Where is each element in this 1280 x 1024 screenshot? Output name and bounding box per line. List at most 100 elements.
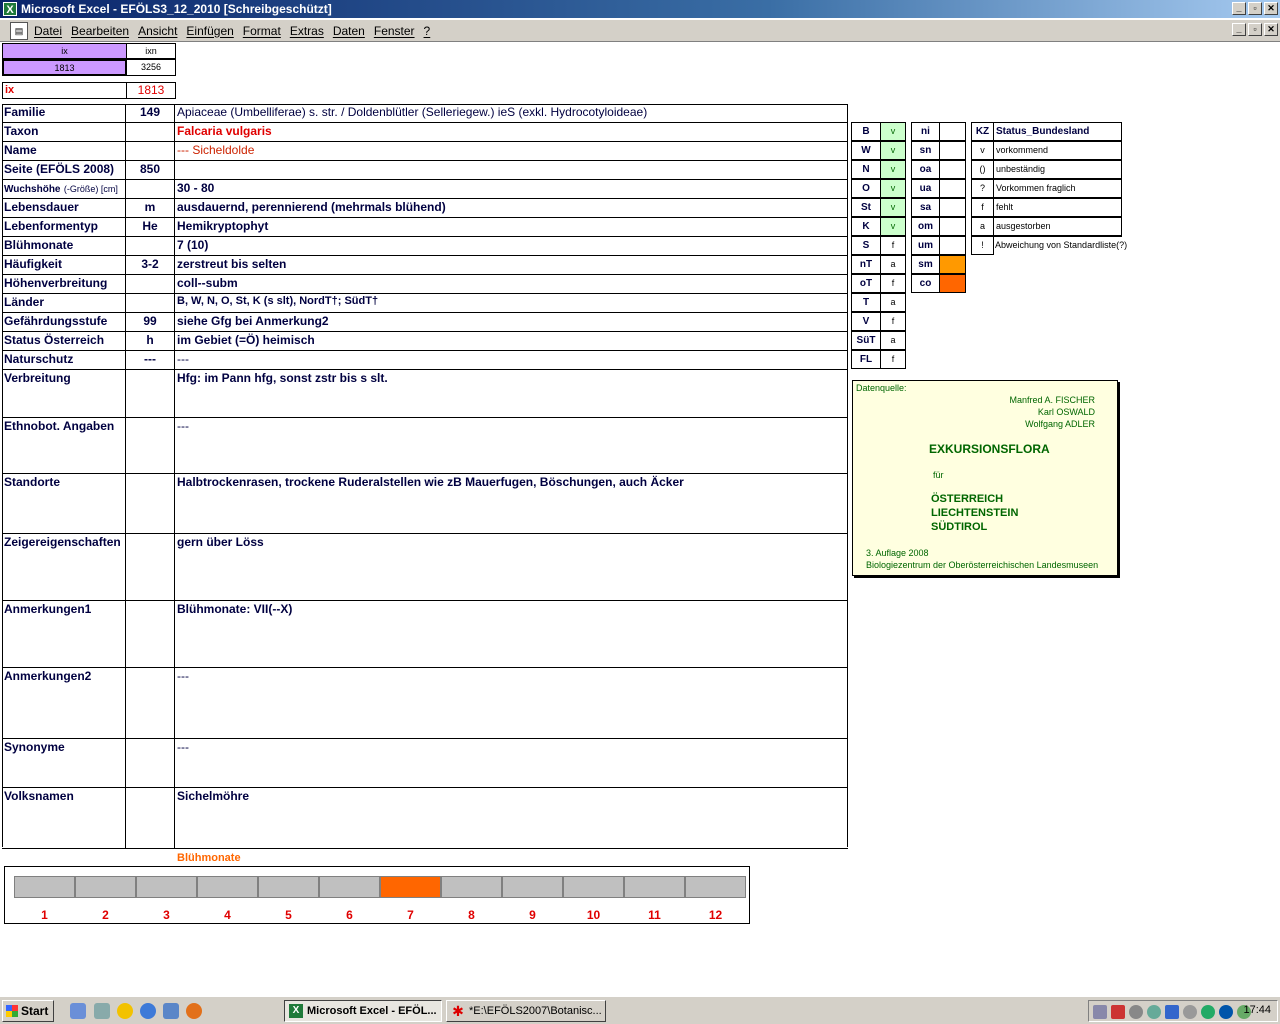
- legend-text[interactable]: Vorkommen fraglich: [993, 179, 1122, 198]
- menu-item-8[interactable]: Fenster: [374, 24, 415, 38]
- state-status[interactable]: v: [880, 141, 906, 160]
- row-code[interactable]: [126, 534, 175, 600]
- row-code[interactable]: [126, 275, 175, 293]
- row-code[interactable]: He: [126, 218, 175, 236]
- height-status[interactable]: [939, 236, 966, 255]
- sync-icon[interactable]: [1201, 1005, 1215, 1019]
- menu-item-4[interactable]: Einfügen: [186, 24, 233, 38]
- height-key[interactable]: sn: [911, 141, 940, 160]
- row-value[interactable]: Sichelmöhre: [175, 788, 848, 848]
- row-code[interactable]: [126, 142, 175, 160]
- menu-item-9[interactable]: ?: [424, 24, 431, 38]
- height-key[interactable]: oa: [911, 160, 940, 179]
- row-value[interactable]: [175, 161, 848, 179]
- row-label[interactable]: Blühmonate: [2, 237, 126, 255]
- state-status[interactable]: f: [880, 350, 906, 369]
- row-label[interactable]: Lebensdauer: [2, 199, 126, 217]
- row-code[interactable]: 99: [126, 313, 175, 331]
- legend-kz[interactable]: v: [971, 141, 994, 160]
- row-label[interactable]: Synonyme: [2, 739, 126, 787]
- height-status[interactable]: [939, 122, 966, 141]
- legend-text[interactable]: ausgestorben: [993, 217, 1122, 236]
- state-status[interactable]: a: [880, 331, 906, 350]
- row-code[interactable]: [126, 601, 175, 667]
- state-status[interactable]: a: [880, 293, 906, 312]
- ix-header[interactable]: ix: [2, 43, 127, 59]
- row-value[interactable]: siehe Gfg bei Anmerkung2: [175, 313, 848, 331]
- legend-text[interactable]: fehlt: [993, 198, 1122, 217]
- quicklaunch-media-icon[interactable]: [117, 1003, 133, 1019]
- state-key[interactable]: St: [851, 198, 881, 217]
- row-code[interactable]: [126, 370, 175, 417]
- row-label[interactable]: Lebenformentyp: [2, 218, 126, 236]
- menu-item-2[interactable]: Bearbeiten: [71, 24, 129, 38]
- state-key[interactable]: V: [851, 312, 881, 331]
- ix-value-cell[interactable]: 1813: [2, 59, 127, 76]
- menu-item-6[interactable]: Extras: [290, 24, 324, 38]
- menu-item-1[interactable]: Datei: [34, 24, 62, 38]
- row-label[interactable]: Länder: [2, 294, 126, 312]
- height-status[interactable]: [939, 198, 966, 217]
- row-label[interactable]: Volksnamen: [2, 788, 126, 848]
- row-value[interactable]: Hfg: im Pann hfg, sonst zstr bis s slt.: [175, 370, 848, 417]
- ix-label[interactable]: ix: [2, 82, 127, 99]
- minimize-button[interactable]: _: [1232, 2, 1246, 15]
- quicklaunch-desktop-icon[interactable]: [94, 1003, 110, 1019]
- search-icon[interactable]: [1129, 1005, 1143, 1019]
- row-label[interactable]: Naturschutz: [2, 351, 126, 369]
- row-label[interactable]: Status Österreich: [2, 332, 126, 350]
- row-value[interactable]: ---: [175, 739, 848, 787]
- state-status[interactable]: f: [880, 312, 906, 331]
- height-key[interactable]: co: [911, 274, 940, 293]
- row-label[interactable]: Häufigkeit: [2, 256, 126, 274]
- quicklaunch-browser-icon[interactable]: [140, 1003, 156, 1019]
- row-value[interactable]: im Gebiet (=Ö) heimisch: [175, 332, 848, 350]
- state-status[interactable]: v: [880, 198, 906, 217]
- legend-kz[interactable]: !: [971, 236, 994, 255]
- row-value[interactable]: 7 (10): [175, 237, 848, 255]
- state-status[interactable]: v: [880, 122, 906, 141]
- row-value[interactable]: Blühmonate: VII(--X): [175, 601, 848, 667]
- height-status[interactable]: [939, 274, 966, 293]
- row-value[interactable]: 30 - 80: [175, 180, 848, 198]
- height-status[interactable]: [939, 179, 966, 198]
- state-key[interactable]: S: [851, 236, 881, 255]
- state-key[interactable]: N: [851, 160, 881, 179]
- task-excel[interactable]: X Microsoft Excel - EFÖL...: [284, 1000, 442, 1022]
- menu-item-7[interactable]: Daten: [333, 24, 365, 38]
- row-code[interactable]: 850: [126, 161, 175, 179]
- row-value[interactable]: ---: [175, 668, 848, 738]
- height-key[interactable]: ua: [911, 179, 940, 198]
- quicklaunch-mail-icon[interactable]: [163, 1003, 179, 1019]
- info-icon[interactable]: [1219, 1005, 1233, 1019]
- row-code[interactable]: [126, 123, 175, 141]
- height-key[interactable]: ni: [911, 122, 940, 141]
- doc-close-button[interactable]: ✕: [1264, 23, 1278, 36]
- utility-icon[interactable]: [1147, 1005, 1161, 1019]
- row-label[interactable]: Seite (EFÖLS 2008): [2, 161, 126, 179]
- state-key[interactable]: T: [851, 293, 881, 312]
- network-icon[interactable]: [1093, 1005, 1107, 1019]
- legend-kz-header[interactable]: KZ: [971, 122, 994, 141]
- state-key[interactable]: nT: [851, 255, 881, 274]
- row-label[interactable]: Verbreitung: [2, 370, 126, 417]
- task-editor[interactable]: ✱ *E:\EFÖLS2007\Botanisc...: [446, 1000, 606, 1022]
- menu-item-3[interactable]: Ansicht: [138, 24, 177, 38]
- legend-status-header[interactable]: Status_Bundesland: [993, 122, 1122, 141]
- row-value[interactable]: Apiaceae (Umbelliferae) s. str. / Dolden…: [175, 104, 848, 122]
- ixn-value-cell[interactable]: 3256: [126, 59, 176, 76]
- quicklaunch-firefox-icon[interactable]: [186, 1003, 202, 1019]
- doc-maximize-button[interactable]: ▫: [1248, 23, 1262, 36]
- volume-icon[interactable]: [1111, 1005, 1125, 1019]
- row-label[interactable]: Höhenverbreitung: [2, 275, 126, 293]
- state-key[interactable]: O: [851, 179, 881, 198]
- close-button[interactable]: ✕: [1264, 2, 1278, 15]
- row-value[interactable]: Halbtrockenrasen, trockene Ruderalstelle…: [175, 474, 848, 533]
- row-label[interactable]: Ethnobot. Angaben: [2, 418, 126, 473]
- state-key[interactable]: FL: [851, 350, 881, 369]
- state-key[interactable]: B: [851, 122, 881, 141]
- row-code[interactable]: [126, 180, 175, 198]
- row-label[interactable]: Name: [2, 142, 126, 160]
- row-code[interactable]: h: [126, 332, 175, 350]
- row-value[interactable]: Hemikryptophyt: [175, 218, 848, 236]
